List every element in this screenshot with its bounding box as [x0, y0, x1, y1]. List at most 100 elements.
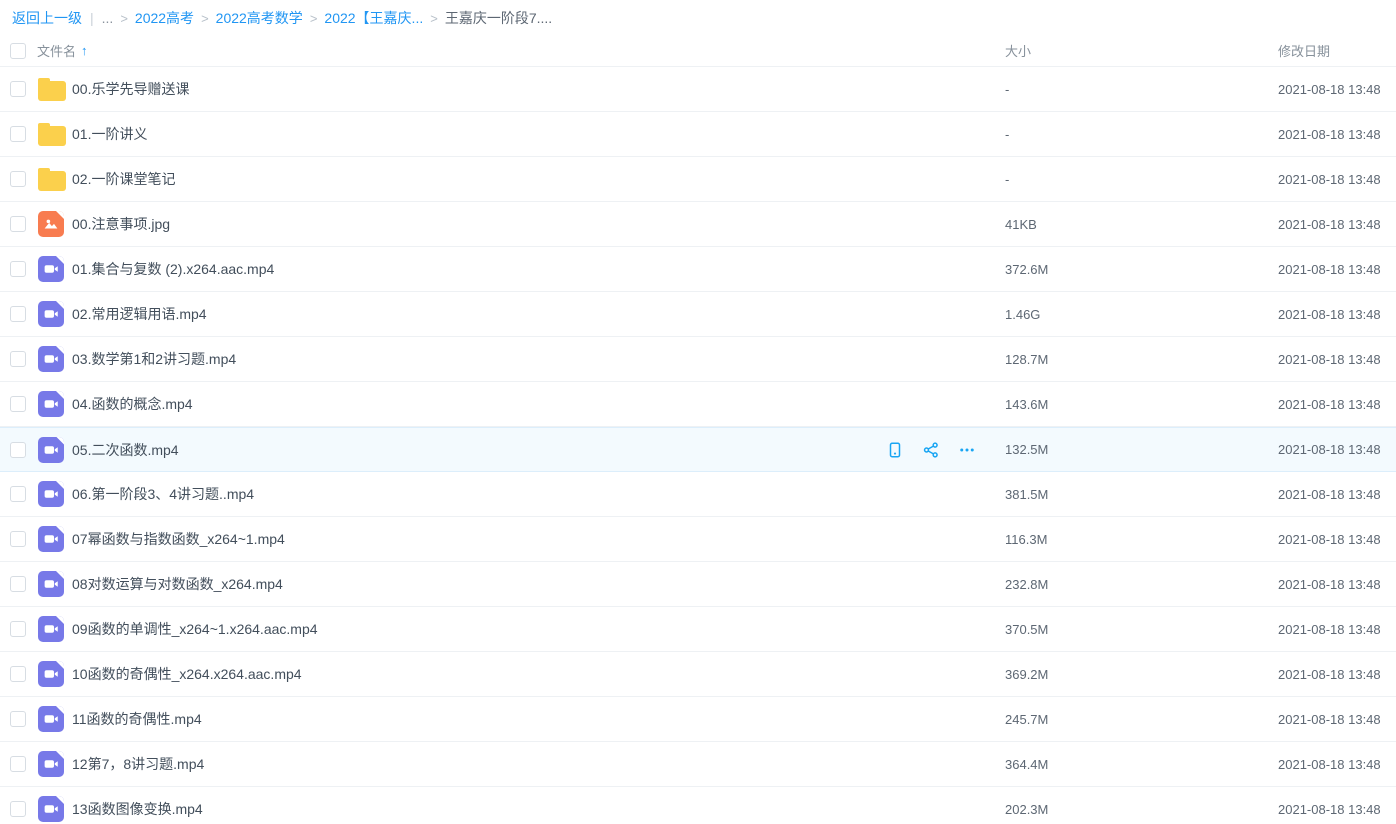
file-date: 2021-08-18 13:48: [1278, 82, 1396, 97]
file-size: 132.5M: [1005, 442, 1278, 457]
table-header: 文件名 ↑ 大小 修改日期: [0, 35, 1396, 67]
file-name[interactable]: 11函数的奇偶性.mp4: [72, 709, 202, 729]
select-all-checkbox[interactable]: [10, 43, 26, 59]
file-size: 116.3M: [1005, 532, 1278, 547]
table-row[interactable]: 00.注意事项.jpg 41KB 2021-08-18 13:48: [0, 202, 1396, 247]
video-file-icon: [38, 616, 64, 642]
breadcrumb-separator: >: [120, 11, 128, 26]
breadcrumb-separator: >: [310, 11, 318, 26]
file-name[interactable]: 00.注意事项.jpg: [72, 214, 170, 234]
file-list: 00.乐学先导赠送课 - 2021-08-18 13:48 01.一阶讲义 - …: [0, 67, 1396, 824]
table-row[interactable]: 12第7，8讲习题.mp4 364.4M 2021-08-18 13:48: [0, 742, 1396, 787]
row-checkbox[interactable]: [10, 442, 26, 458]
file-name[interactable]: 08对数运算与对数函数_x264.mp4: [72, 574, 283, 594]
send-to-device-icon[interactable]: [885, 440, 905, 460]
file-name[interactable]: 05.二次函数.mp4: [72, 440, 179, 460]
table-row[interactable]: 02.一阶课堂笔记 - 2021-08-18 13:48: [0, 157, 1396, 202]
breadcrumb-item: 王嘉庆一阶段7....: [445, 10, 552, 26]
table-row[interactable]: 07幂函数与指数函数_x264~1.mp4 116.3M 2021-08-18 …: [0, 517, 1396, 562]
table-row[interactable]: 01.集合与复数 (2).x264.aac.mp4 372.6M 2021-08…: [0, 247, 1396, 292]
table-row[interactable]: 10函数的奇偶性_x264.x264.aac.mp4 369.2M 2021-0…: [0, 652, 1396, 697]
table-row[interactable]: 13函数图像变换.mp4 202.3M 2021-08-18 13:48: [0, 787, 1396, 824]
share-icon[interactable]: [921, 440, 941, 460]
row-checkbox[interactable]: [10, 306, 26, 322]
table-row[interactable]: 09函数的单调性_x264~1.x264.aac.mp4 370.5M 2021…: [0, 607, 1396, 652]
image-file-icon: [38, 211, 64, 237]
video-file-icon: [38, 437, 64, 463]
file-date: 2021-08-18 13:48: [1278, 487, 1396, 502]
file-name[interactable]: 01.集合与复数 (2).x264.aac.mp4: [72, 259, 274, 279]
row-checkbox[interactable]: [10, 126, 26, 142]
more-icon[interactable]: [957, 440, 977, 460]
file-size: 143.6M: [1005, 397, 1278, 412]
row-checkbox[interactable]: [10, 396, 26, 412]
table-row[interactable]: 02.常用逻辑用语.mp4 1.46G 2021-08-18 13:48: [0, 292, 1396, 337]
file-size: 41KB: [1005, 217, 1278, 232]
column-header-size[interactable]: 大小: [1005, 41, 1278, 60]
video-file-icon: [38, 661, 64, 687]
file-size: 128.7M: [1005, 352, 1278, 367]
file-name[interactable]: 02.一阶课堂笔记: [72, 169, 175, 189]
table-row[interactable]: 04.函数的概念.mp4 143.6M 2021-08-18 13:48: [0, 382, 1396, 427]
row-checkbox[interactable]: [10, 531, 26, 547]
file-size: 232.8M: [1005, 577, 1278, 592]
table-row[interactable]: 05.二次函数.mp4: [0, 427, 1396, 472]
file-date: 2021-08-18 13:48: [1278, 712, 1396, 727]
row-checkbox[interactable]: [10, 261, 26, 277]
breadcrumb-item[interactable]: 2022高考数学: [216, 10, 303, 26]
file-size: 245.7M: [1005, 712, 1278, 727]
file-size: 372.6M: [1005, 262, 1278, 277]
video-file-icon: [38, 526, 64, 552]
file-name[interactable]: 04.函数的概念.mp4: [72, 394, 193, 414]
breadcrumb: 返回上一级 | ...>2022高考>2022高考数学>2022【王嘉庆...>…: [0, 0, 1396, 35]
file-name[interactable]: 03.数学第1和2讲习题.mp4: [72, 349, 236, 369]
file-name[interactable]: 10函数的奇偶性_x264.x264.aac.mp4: [72, 664, 302, 684]
file-name[interactable]: 09函数的单调性_x264~1.x264.aac.mp4: [72, 619, 318, 639]
row-checkbox[interactable]: [10, 621, 26, 637]
breadcrumb-item[interactable]: 2022【王嘉庆...: [324, 10, 423, 26]
row-checkbox[interactable]: [10, 666, 26, 682]
row-checkbox[interactable]: [10, 81, 26, 97]
column-header-name[interactable]: 文件名 ↑: [34, 41, 1005, 60]
row-checkbox[interactable]: [10, 216, 26, 232]
table-row[interactable]: 01.一阶讲义 - 2021-08-18 13:48: [0, 112, 1396, 157]
file-date: 2021-08-18 13:48: [1278, 172, 1396, 187]
file-size: 364.4M: [1005, 757, 1278, 772]
folder-icon: [38, 171, 66, 191]
file-size: -: [1005, 82, 1278, 97]
sort-ascending-icon[interactable]: ↑: [81, 43, 88, 58]
file-name[interactable]: 06.第一阶段3、4讲习题..mp4: [72, 484, 254, 504]
breadcrumb-item[interactable]: 2022高考: [135, 10, 194, 26]
file-name[interactable]: 12第7，8讲习题.mp4: [72, 754, 204, 774]
row-checkbox[interactable]: [10, 351, 26, 367]
file-name[interactable]: 13函数图像变换.mp4: [72, 799, 203, 819]
file-size: -: [1005, 172, 1278, 187]
breadcrumb-item[interactable]: ...: [102, 10, 114, 26]
table-row[interactable]: 03.数学第1和2讲习题.mp4 128.7M 2021-08-18 13:48: [0, 337, 1396, 382]
file-date: 2021-08-18 13:48: [1278, 262, 1396, 277]
file-name[interactable]: 07幂函数与指数函数_x264~1.mp4: [72, 529, 285, 549]
video-file-icon: [38, 391, 64, 417]
row-checkbox[interactable]: [10, 711, 26, 727]
table-row[interactable]: 08对数运算与对数函数_x264.mp4 232.8M 2021-08-18 1…: [0, 562, 1396, 607]
video-file-icon: [38, 571, 64, 597]
video-file-icon: [38, 256, 64, 282]
column-header-date[interactable]: 修改日期: [1278, 41, 1396, 60]
table-row[interactable]: 06.第一阶段3、4讲习题..mp4 381.5M 2021-08-18 13:…: [0, 472, 1396, 517]
table-row[interactable]: 00.乐学先导赠送课 - 2021-08-18 13:48: [0, 67, 1396, 112]
breadcrumb-back-link[interactable]: 返回上一级: [12, 8, 82, 28]
file-size: 202.3M: [1005, 802, 1278, 817]
row-checkbox[interactable]: [10, 756, 26, 772]
file-date: 2021-08-18 13:48: [1278, 397, 1396, 412]
file-size: -: [1005, 127, 1278, 142]
file-name[interactable]: 00.乐学先导赠送课: [72, 79, 189, 99]
file-date: 2021-08-18 13:48: [1278, 442, 1396, 457]
row-checkbox[interactable]: [10, 486, 26, 502]
row-checkbox[interactable]: [10, 576, 26, 592]
table-row[interactable]: 11函数的奇偶性.mp4 245.7M 2021-08-18 13:48: [0, 697, 1396, 742]
file-date: 2021-08-18 13:48: [1278, 532, 1396, 547]
file-name[interactable]: 02.常用逻辑用语.mp4: [72, 304, 207, 324]
row-checkbox[interactable]: [10, 801, 26, 817]
row-checkbox[interactable]: [10, 171, 26, 187]
file-name[interactable]: 01.一阶讲义: [72, 124, 147, 144]
